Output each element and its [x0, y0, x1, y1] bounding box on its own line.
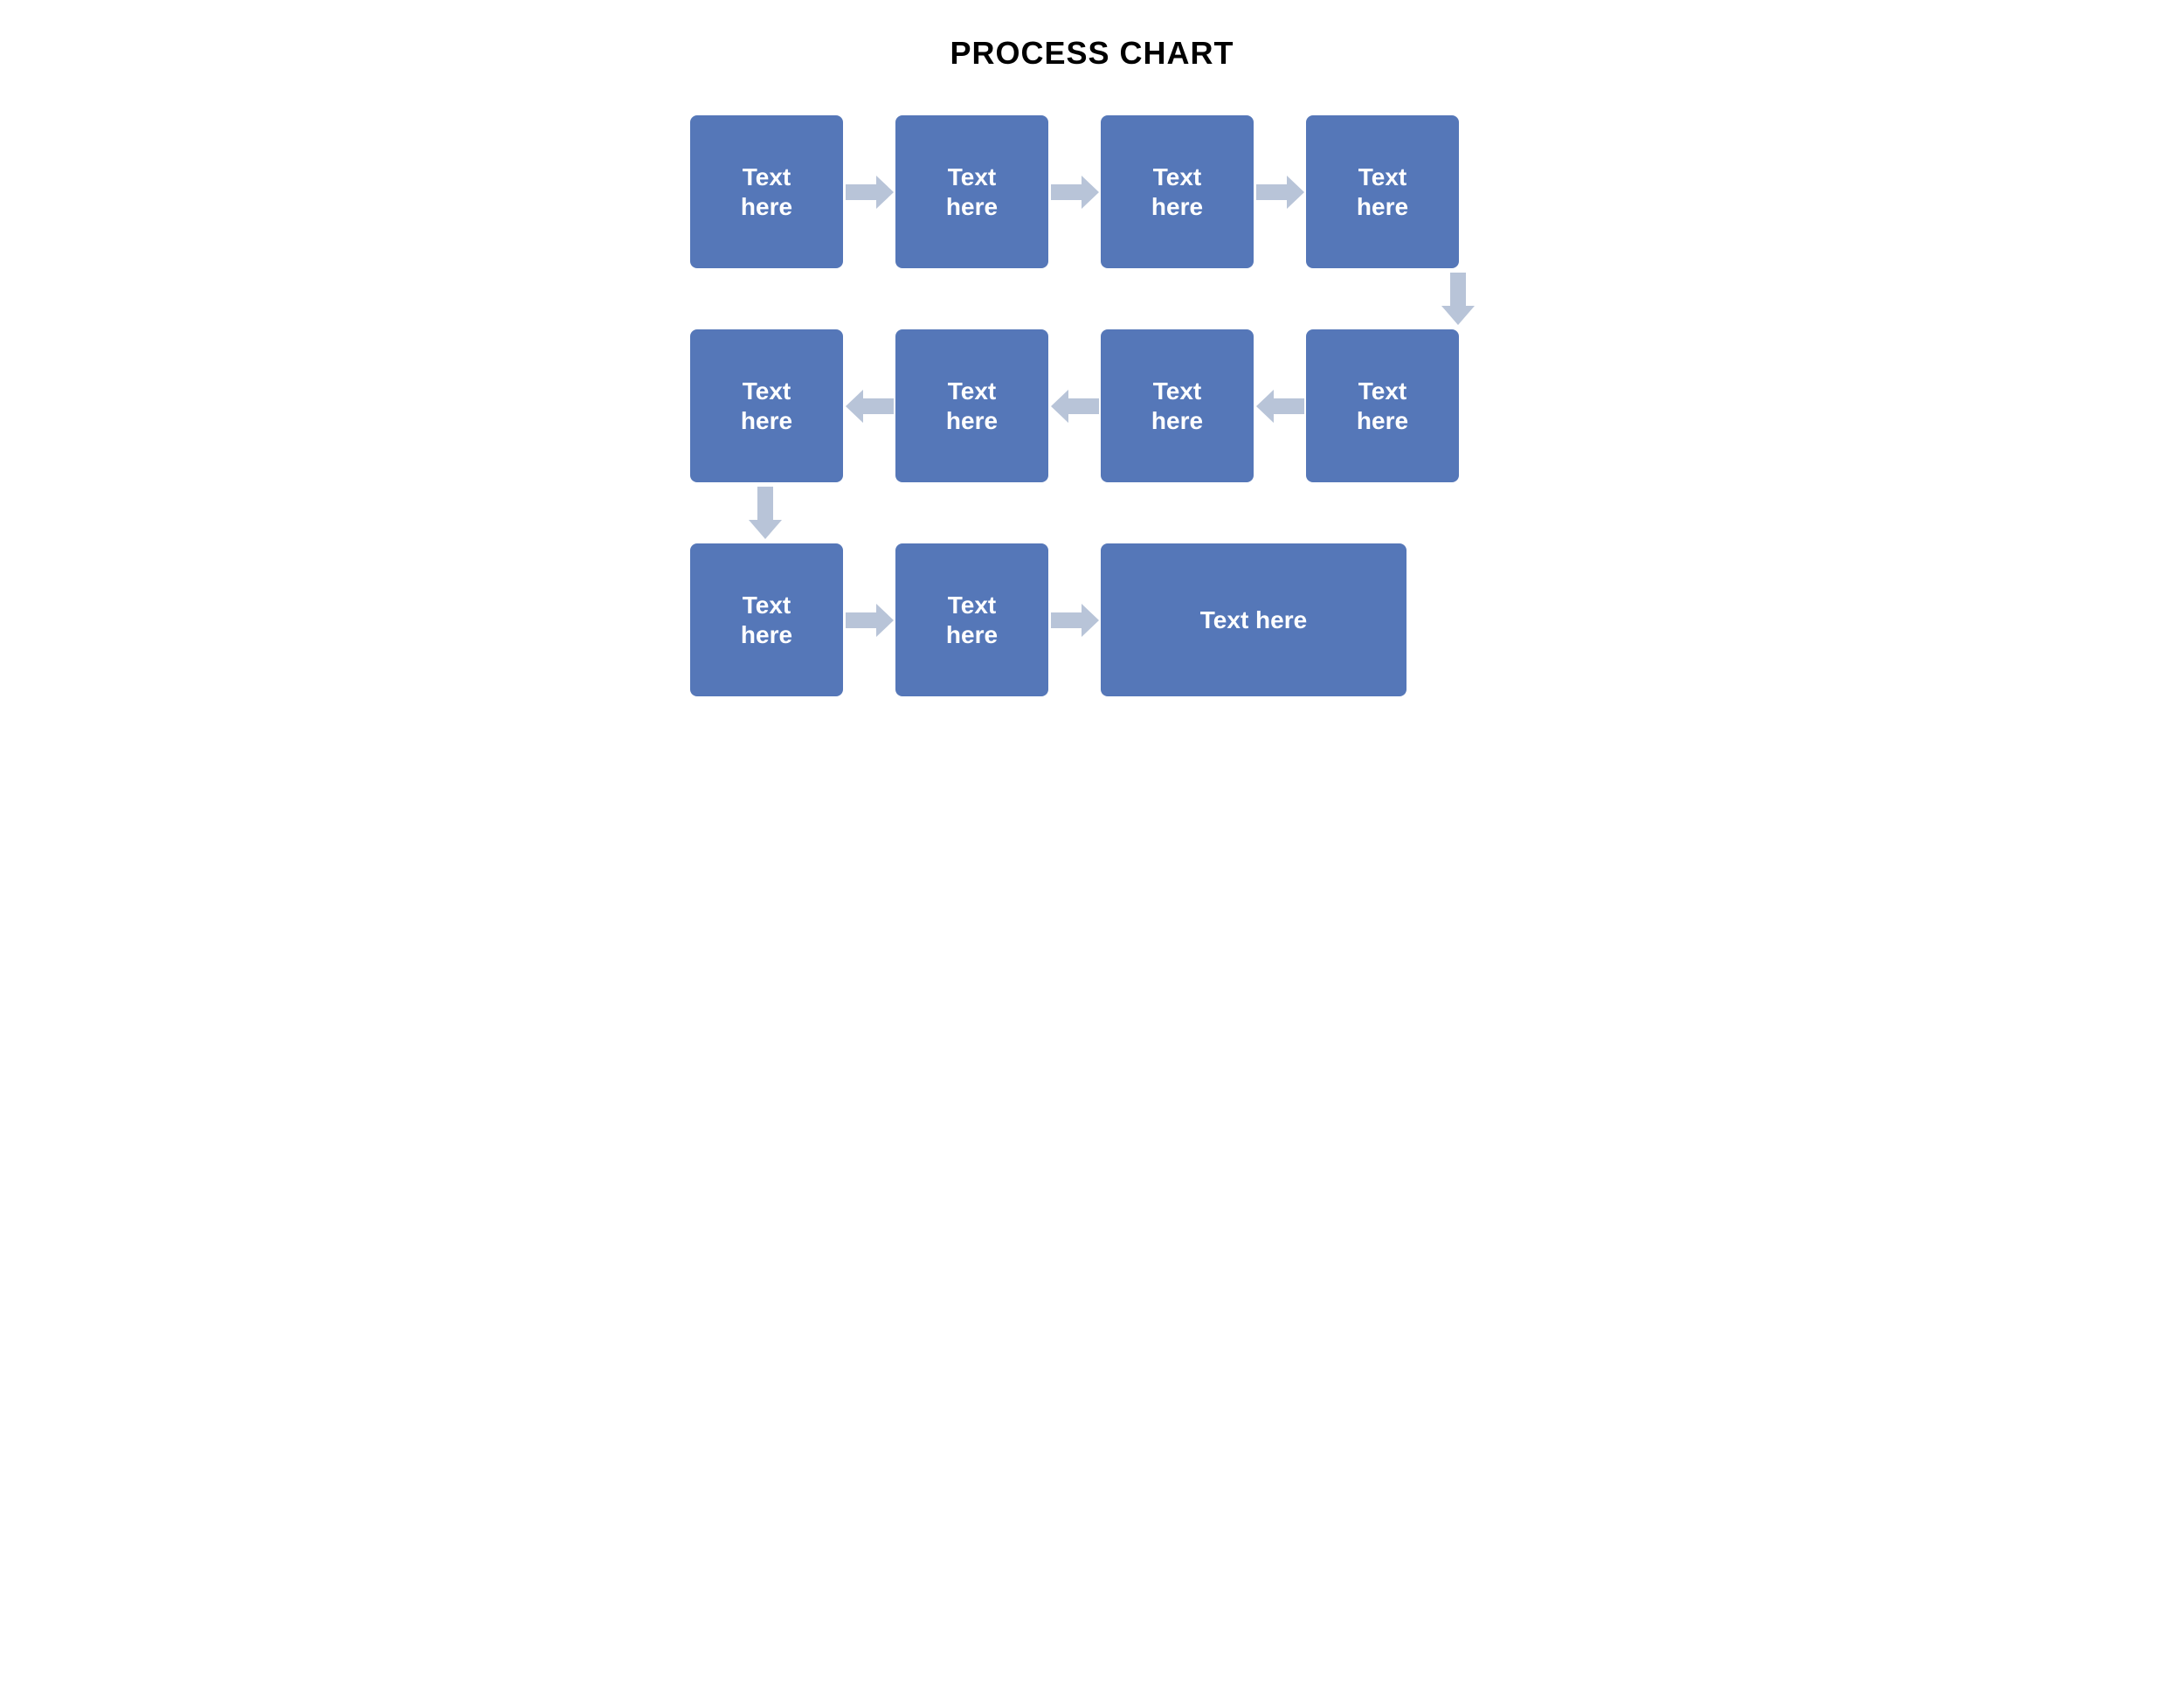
- box-label-r2b1: Text here: [741, 377, 792, 435]
- arrow-right-icon: [1256, 176, 1304, 209]
- arrow-r1-3-4: [1254, 175, 1306, 210]
- page-container: PROCESS CHART Text here Text here: [655, 35, 1529, 696]
- process-box-r2b2[interactable]: Text here: [895, 329, 1048, 482]
- box-label-r2b2: Text here: [946, 377, 998, 435]
- page-title: PROCESS CHART: [950, 35, 1234, 72]
- process-box-r1b2[interactable]: Text here: [895, 115, 1048, 268]
- vertical-connector-2: [655, 482, 1529, 543]
- arrow-right-icon: [1051, 604, 1099, 637]
- row-1: Text here Text here Text here: [655, 115, 1529, 268]
- arrow-r2-4-3: [1254, 389, 1306, 424]
- down-arrow-left-1: [749, 482, 782, 543]
- arrow-r1-2-3: [1048, 175, 1101, 210]
- box-label-r3b3: Text here: [1200, 605, 1307, 635]
- arrow-left-icon: [1051, 390, 1099, 423]
- process-box-r1b3[interactable]: Text here: [1101, 115, 1254, 268]
- process-box-r2b1[interactable]: Text here: [690, 329, 843, 482]
- arrow-down-icon: [749, 487, 782, 539]
- process-box-r1b1[interactable]: Text here: [690, 115, 843, 268]
- box-label-r1b2: Text here: [946, 163, 998, 221]
- row-2: Text here Text here Text here: [655, 329, 1529, 482]
- down-arrow-right-1: [1441, 268, 1475, 329]
- chart-area: Text here Text here Text here: [655, 115, 1529, 696]
- box-label-r3b1: Text here: [741, 591, 792, 649]
- arrow-right-icon: [846, 604, 894, 637]
- process-box-r2b4[interactable]: Text here: [1306, 329, 1459, 482]
- process-box-r1b4[interactable]: Text here: [1306, 115, 1459, 268]
- box-label-r1b1: Text here: [741, 163, 792, 221]
- arrow-r1-1-2: [843, 175, 895, 210]
- process-box-r2b3[interactable]: Text here: [1101, 329, 1254, 482]
- box-label-r2b3: Text here: [1151, 377, 1203, 435]
- process-box-r3b1[interactable]: Text here: [690, 543, 843, 696]
- arrow-r2-2-1: [843, 389, 895, 424]
- box-label-r3b2: Text here: [946, 591, 998, 649]
- box-label-r2b4: Text here: [1357, 377, 1408, 435]
- row-3: Text here Text here Text here: [655, 543, 1529, 696]
- vertical-connector-1: [655, 268, 1529, 329]
- arrow-r2-3-2: [1048, 389, 1101, 424]
- arrow-left-icon: [846, 390, 894, 423]
- process-box-r3b2[interactable]: Text here: [895, 543, 1048, 696]
- arrow-down-icon: [1441, 273, 1475, 325]
- arrow-right-icon: [1051, 176, 1099, 209]
- arrow-r3-1-2: [843, 603, 895, 638]
- process-box-r3b3[interactable]: Text here: [1101, 543, 1406, 696]
- box-label-r1b4: Text here: [1357, 163, 1408, 221]
- box-label-r1b3: Text here: [1151, 163, 1203, 221]
- arrow-r3-2-3: [1048, 603, 1101, 638]
- arrow-right-icon: [846, 176, 894, 209]
- arrow-left-icon: [1256, 390, 1304, 423]
